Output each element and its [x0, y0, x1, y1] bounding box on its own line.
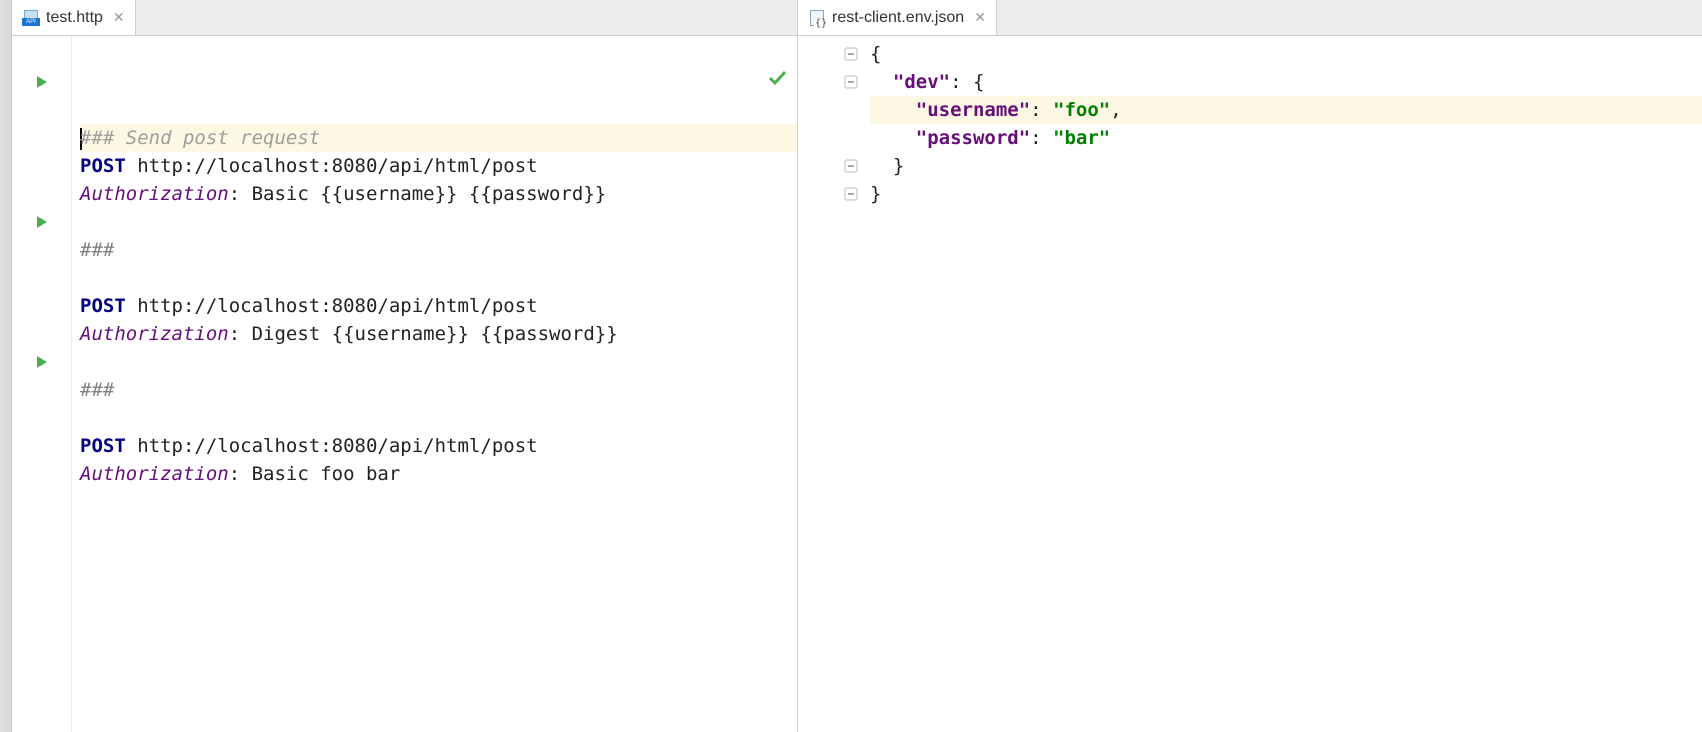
code-line[interactable]: {	[870, 40, 1702, 68]
json-punct: ,	[1110, 99, 1121, 121]
json-string: "foo"	[1053, 99, 1110, 121]
ide-root: API test.http ✕ ### Send post request POS…	[0, 0, 1702, 732]
run-request-icon[interactable]	[34, 354, 50, 370]
run-request-icon[interactable]	[34, 74, 50, 90]
header-value: : Digest {{username}} {{password}}	[229, 323, 618, 345]
left-gutter[interactable]	[12, 36, 72, 732]
json-punct: }	[870, 155, 904, 177]
json-punct	[870, 127, 916, 149]
code-line[interactable]	[80, 348, 797, 376]
tab-label: test.http	[46, 9, 103, 27]
http-url: http://localhost:8080/api/html/post	[126, 295, 538, 317]
code-line[interactable]: "username": "foo",	[870, 96, 1702, 124]
json-punct: }	[870, 183, 881, 205]
http-file-icon: API	[22, 9, 40, 27]
code-line[interactable]	[80, 208, 797, 236]
run-request-icon[interactable]	[34, 214, 50, 230]
left-editor[interactable]: ### Send post request POST http://localho…	[12, 36, 797, 732]
request-separator: ###	[80, 379, 114, 401]
left-tabbar: API test.http ✕	[12, 0, 797, 36]
json-punct: :	[1030, 99, 1053, 121]
tool-window-strip[interactable]	[0, 0, 12, 732]
right-editor-pane: {} rest-client.env.json ✕ { "dev": { "us…	[798, 0, 1702, 732]
header-name: Authorization	[80, 323, 229, 345]
json-key: "password"	[916, 127, 1030, 149]
http-method: POST	[80, 435, 126, 457]
code-line[interactable]	[80, 404, 797, 432]
code-line[interactable]: Authorization: Digest {{username}} {{pas…	[80, 320, 797, 348]
inspection-ok-icon[interactable]	[653, 40, 787, 124]
close-icon[interactable]: ✕	[974, 9, 986, 26]
tab-test-http[interactable]: API test.http ✕	[12, 0, 136, 35]
json-punct: {	[870, 43, 881, 65]
request-separator: ###	[80, 239, 114, 261]
right-tabbar: {} rest-client.env.json ✕	[798, 0, 1702, 36]
fold-collapse-icon[interactable]	[843, 74, 859, 90]
code-line[interactable]: POST http://localhost:8080/api/html/post	[80, 432, 797, 460]
header-value: : Basic foo bar	[229, 463, 401, 485]
comment-text: ### Send post request	[80, 127, 320, 149]
code-line[interactable]: POST http://localhost:8080/api/html/post	[80, 152, 797, 180]
close-icon[interactable]: ✕	[113, 9, 125, 26]
right-editor[interactable]: { "dev": { "username": "foo", "password"…	[798, 36, 1702, 732]
json-punct	[870, 71, 893, 93]
http-method: POST	[80, 155, 126, 177]
code-line[interactable]: "password": "bar"	[870, 124, 1702, 152]
code-line[interactable]: }	[870, 152, 1702, 180]
json-punct	[870, 99, 916, 121]
code-line[interactable]: POST http://localhost:8080/api/html/post	[80, 292, 797, 320]
left-editor-pane: API test.http ✕ ### Send post request POS…	[12, 0, 798, 732]
header-name: Authorization	[80, 463, 229, 485]
right-gutter[interactable]	[798, 36, 840, 732]
fold-expand-icon[interactable]	[843, 186, 859, 202]
http-url: http://localhost:8080/api/html/post	[126, 155, 538, 177]
json-key: "dev"	[893, 71, 950, 93]
code-line[interactable]	[80, 264, 797, 292]
code-line[interactable]: ###	[80, 236, 797, 264]
json-punct: :	[1030, 127, 1053, 149]
fold-expand-icon[interactable]	[843, 158, 859, 174]
left-code-area[interactable]: ### Send post request POST http://localho…	[72, 36, 797, 732]
tab-rest-client-env[interactable]: {} rest-client.env.json ✕	[798, 0, 997, 35]
tab-label: rest-client.env.json	[832, 9, 964, 27]
fold-collapse-icon[interactable]	[843, 46, 859, 62]
json-key: "username"	[916, 99, 1030, 121]
http-url: http://localhost:8080/api/html/post	[126, 435, 538, 457]
json-punct: : {	[950, 71, 984, 93]
code-line[interactable]: Authorization: Basic foo bar	[80, 460, 797, 488]
right-code-area[interactable]: { "dev": { "username": "foo", "password"…	[862, 36, 1702, 732]
json-string: "bar"	[1053, 127, 1110, 149]
json-file-icon: {}	[808, 9, 826, 27]
code-line[interactable]: ###	[80, 376, 797, 404]
code-line[interactable]: Authorization: Basic {{username}} {{pass…	[80, 180, 797, 208]
header-value: : Basic {{username}} {{password}}	[229, 183, 607, 205]
code-line[interactable]: }	[870, 180, 1702, 208]
header-name: Authorization	[80, 183, 229, 205]
http-method: POST	[80, 295, 126, 317]
code-line[interactable]: "dev": {	[870, 68, 1702, 96]
right-fold-strip[interactable]	[840, 36, 862, 732]
code-line[interactable]: ### Send post request	[80, 124, 797, 152]
